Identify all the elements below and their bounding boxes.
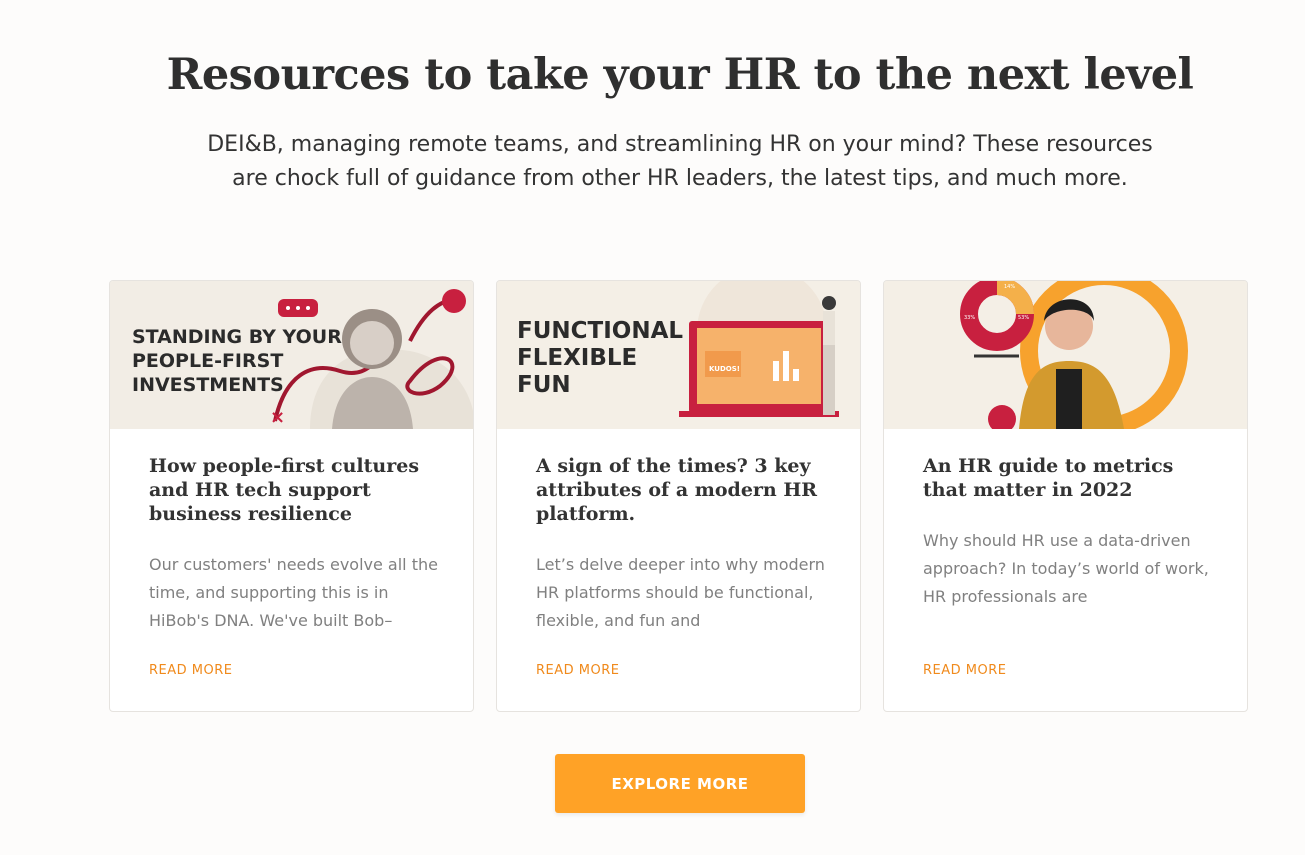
card-2-banner-line-2: FLEXIBLE bbox=[517, 345, 637, 371]
resource-card-2[interactable]: FUNCTIONAL FLEXIBLE FUN KUDOS! A sign of… bbox=[496, 280, 861, 712]
resource-card-1[interactable]: STANDING BY YOUR PEOPLE-FIRST INVESTMENT… bbox=[109, 280, 474, 712]
card-3-label-1: 14% bbox=[1004, 284, 1015, 290]
card-2-banner-line-3: FUN bbox=[517, 372, 571, 398]
card-2-banner-image: FUNCTIONAL FLEXIBLE FUN KUDOS! bbox=[497, 281, 860, 429]
card-2-kudos-badge: KUDOS! bbox=[709, 365, 740, 373]
card-3-excerpt: Why should HR use a data-driven approach… bbox=[923, 531, 1209, 606]
explore-more-button[interactable]: EXPLORE MORE bbox=[555, 754, 805, 813]
svg-text:×: × bbox=[270, 407, 285, 428]
card-1-excerpt: Our customers' needs evolve all the time… bbox=[149, 555, 438, 630]
card-2-excerpt: Let’s delve deeper into why modern HR pl… bbox=[536, 555, 825, 630]
card-3-read-more-link[interactable]: READ MORE bbox=[923, 663, 1006, 678]
card-1-banner-line-1: STANDING BY YOUR bbox=[132, 326, 342, 348]
card-1-banner-line-2: PEOPLE-FIRST bbox=[132, 350, 283, 372]
card-1-banner-line-3: INVESTMENTS bbox=[132, 374, 284, 396]
card-1-title[interactable]: How people-first cultures and HR tech su… bbox=[149, 454, 449, 526]
card-1-read-more-link[interactable]: READ MORE bbox=[149, 663, 232, 678]
card-2-read-more-link[interactable]: READ MORE bbox=[536, 663, 619, 678]
section-subtitle: DEI&B, managing remote teams, and stream… bbox=[207, 132, 1153, 191]
card-2-banner-line-1: FUNCTIONAL bbox=[517, 318, 683, 344]
card-3-banner-image: 14% 53% 33% bbox=[884, 281, 1247, 429]
card-3-label-2: 53% bbox=[1018, 315, 1029, 321]
card-2-title[interactable]: A sign of the times? 3 key attributes of… bbox=[536, 454, 836, 526]
section-title: Resources to take your HR to the next le… bbox=[166, 50, 1194, 100]
card-3-title[interactable]: An HR guide to metrics that matter in 20… bbox=[923, 454, 1223, 502]
card-3-label-3: 33% bbox=[964, 315, 975, 321]
resource-card-3[interactable]: 14% 53% 33% An HR guide to metrics that … bbox=[883, 280, 1248, 712]
card-1-banner-image: STANDING BY YOUR PEOPLE-FIRST INVESTMENT… bbox=[110, 281, 473, 429]
